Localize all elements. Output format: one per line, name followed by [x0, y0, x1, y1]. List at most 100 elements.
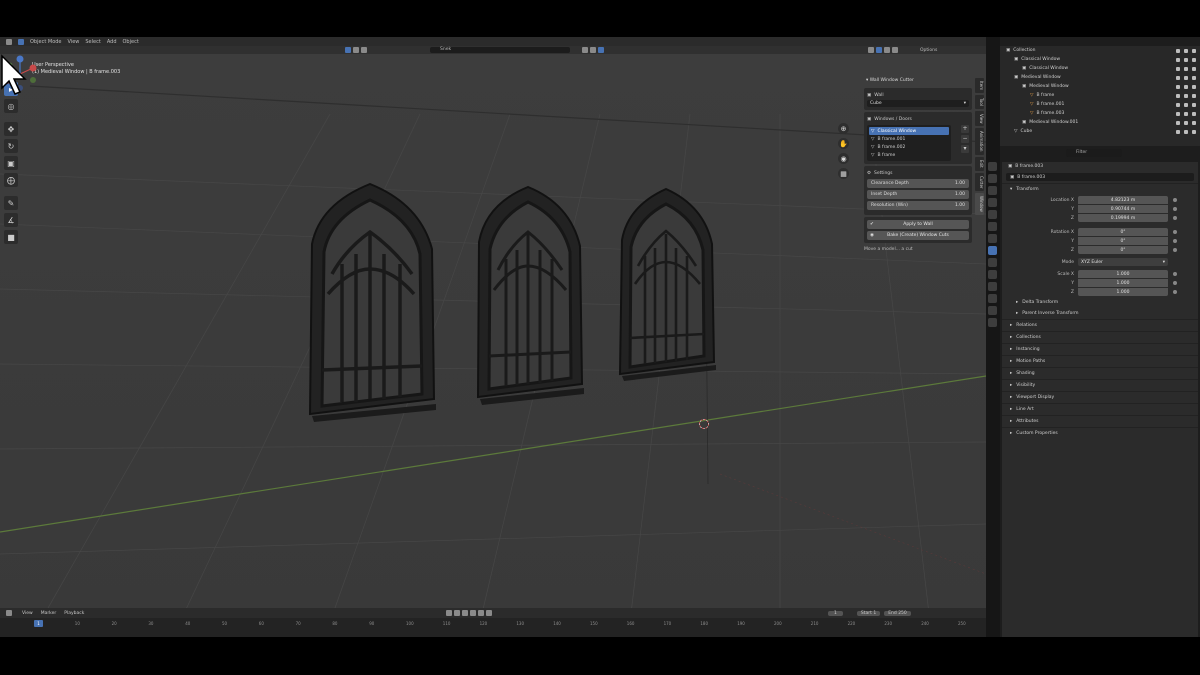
transform-section-header[interactable]: ▾ Transform — [1002, 183, 1198, 195]
property-section-header[interactable]: ▸ Motion Paths — [1002, 355, 1198, 367]
eye-icon[interactable] — [1184, 84, 1188, 89]
camera-toggle-icon[interactable] — [1192, 57, 1196, 62]
camera-toggle-icon[interactable] — [1192, 111, 1196, 116]
transform-tool[interactable]: ⨁ — [4, 173, 18, 187]
menu-view[interactable]: View — [68, 39, 80, 45]
annotate-tool[interactable]: ✎ — [4, 196, 18, 210]
tab-edit[interactable]: Edit — [975, 156, 984, 171]
grid-perspective-icon[interactable]: ▦ — [838, 168, 849, 179]
location-z-field[interactable]: 0.19994 m — [1078, 214, 1168, 222]
inset-depth-field[interactable]: Inset Depth 1.00 — [867, 190, 969, 199]
rotation-z-field[interactable]: 0° — [1078, 246, 1168, 254]
zoom-icon[interactable]: ⊕ — [838, 123, 849, 134]
eye-icon[interactable] — [1184, 57, 1188, 62]
rotation-x-field[interactable]: 0° — [1078, 228, 1168, 236]
rotation-y-field[interactable]: 0° — [1078, 237, 1168, 245]
current-frame-field[interactable]: 1 — [828, 610, 843, 616]
output-props-tab[interactable] — [988, 186, 997, 195]
keyframe-dot-icon[interactable] — [1173, 281, 1177, 285]
next-keyframe-icon[interactable] — [478, 610, 484, 616]
tab-window[interactable]: Window — [975, 193, 984, 215]
property-section-header[interactable]: ▸ Visibility — [1002, 379, 1198, 391]
property-subsection-header[interactable]: ▸ Parent Inverse Transform — [1002, 308, 1198, 319]
select-toggle-icon[interactable] — [1176, 66, 1180, 71]
rotation-mode-dropdown[interactable]: XYZ Euler ▾ — [1078, 258, 1168, 266]
cursor-tool[interactable]: ◎ — [4, 99, 18, 113]
proportional-icon[interactable] — [361, 47, 367, 53]
options-dropdown[interactable]: Options — [920, 48, 937, 53]
search-input[interactable]: Snek — [430, 47, 570, 53]
collection-props-tab[interactable] — [988, 234, 997, 243]
tab-view[interactable]: View — [975, 110, 984, 127]
keyframe-dot-icon[interactable] — [1173, 248, 1177, 252]
window-list-item[interactable]: ▽ B frame — [869, 151, 949, 159]
tab-animation[interactable]: Animation — [975, 128, 984, 155]
list-menu-button[interactable]: ▾ — [961, 145, 969, 153]
property-section-header[interactable]: ▸ Viewport Display — [1002, 391, 1198, 403]
eye-icon[interactable] — [1184, 48, 1188, 53]
camera-toggle-icon[interactable] — [1192, 120, 1196, 125]
prev-keyframe-icon[interactable] — [454, 610, 460, 616]
outliner-item[interactable]: ▣ Classical Window — [1000, 55, 1200, 64]
tab-cutter[interactable]: Cutter — [975, 172, 984, 192]
property-section-header[interactable]: ▸ Custom Properties — [1002, 427, 1198, 439]
snap-icon[interactable] — [353, 47, 359, 53]
end-frame-field[interactable]: End 250 — [884, 610, 911, 616]
jump-start-icon[interactable] — [446, 610, 452, 616]
play-reverse-icon[interactable] — [462, 610, 468, 616]
jump-end-icon[interactable] — [486, 610, 492, 616]
play-icon[interactable] — [470, 610, 476, 616]
timeline-menu-marker[interactable]: Marker — [41, 611, 57, 616]
render-props-tab[interactable] — [988, 174, 997, 183]
material-props-tab[interactable] — [988, 318, 997, 327]
menu-object[interactable]: Object — [123, 39, 139, 45]
camera-toggle-icon[interactable] — [1192, 66, 1196, 71]
object-props-tab[interactable] — [988, 246, 997, 255]
camera-toggle-icon[interactable] — [1192, 75, 1196, 80]
property-section-header[interactable]: ▸ Collections — [1002, 331, 1198, 343]
object-name-field[interactable]: ▣ B frame.003 — [1006, 173, 1194, 181]
keyframe-dot-icon[interactable] — [1173, 207, 1177, 211]
eye-icon[interactable] — [1184, 75, 1188, 80]
material-shading-icon[interactable] — [884, 47, 890, 53]
properties-search-input[interactable]: Filter — [1066, 149, 1122, 157]
outliner-item[interactable]: ▣ Medieval Window — [1000, 73, 1200, 82]
select-toggle-icon[interactable] — [1176, 84, 1180, 89]
keyframe-dot-icon[interactable] — [1173, 272, 1177, 276]
location-y-field[interactable]: 0.90744 m — [1078, 205, 1168, 213]
property-section-header[interactable]: ▸ Shading — [1002, 367, 1198, 379]
scene-props-tab[interactable] — [988, 210, 997, 219]
eye-icon[interactable] — [1184, 111, 1188, 116]
render-shading-icon[interactable] — [892, 47, 898, 53]
property-subsection-header[interactable]: ▸ Delta Transform — [1002, 297, 1198, 308]
scale-y-field[interactable]: 1.000 — [1078, 279, 1168, 287]
mode-dropdown[interactable]: Object Mode — [30, 39, 62, 45]
wireframe-shading-icon[interactable] — [868, 47, 874, 53]
select-toggle-icon[interactable] — [1176, 57, 1180, 62]
outliner-item[interactable]: ▣ Medieval Window.001 — [1000, 118, 1200, 127]
timeline-menu-view[interactable]: View — [22, 611, 33, 616]
select-toggle-icon[interactable] — [1176, 48, 1180, 53]
property-section-header[interactable]: ▸ Instancing — [1002, 343, 1198, 355]
measure-tool[interactable]: ∡ — [4, 213, 18, 227]
tool-props-tab[interactable] — [988, 162, 997, 171]
outliner-item[interactable]: ▣ Collection — [1000, 46, 1200, 55]
eye-icon[interactable] — [1184, 120, 1188, 125]
keyframe-dot-icon[interactable] — [1173, 198, 1177, 202]
camera-toggle-icon[interactable] — [1192, 84, 1196, 89]
view-layer-props-tab[interactable] — [988, 198, 997, 207]
outliner-item[interactable]: ▣ Classical Window — [1000, 64, 1200, 73]
property-section-header[interactable]: ▸ Line Art — [1002, 403, 1198, 415]
tab-tool[interactable]: Tool — [975, 95, 984, 109]
data-props-tab[interactable] — [988, 306, 997, 315]
constraints-props-tab[interactable] — [988, 294, 997, 303]
outliner-item[interactable]: ▣ Medieval Window — [1000, 82, 1200, 91]
keyframe-dot-icon[interactable] — [1173, 239, 1177, 243]
window-frame-2[interactable] — [476, 185, 584, 405]
add-cube-tool[interactable]: ■ — [4, 230, 18, 244]
modifier-props-tab[interactable] — [988, 258, 997, 267]
timeline-menu-playback[interactable]: Playback — [64, 611, 84, 616]
outliner-item[interactable]: ▽ B frame — [1000, 91, 1200, 100]
camera-icon[interactable]: ◉ — [838, 153, 849, 164]
select-toggle-icon[interactable] — [1176, 93, 1180, 98]
